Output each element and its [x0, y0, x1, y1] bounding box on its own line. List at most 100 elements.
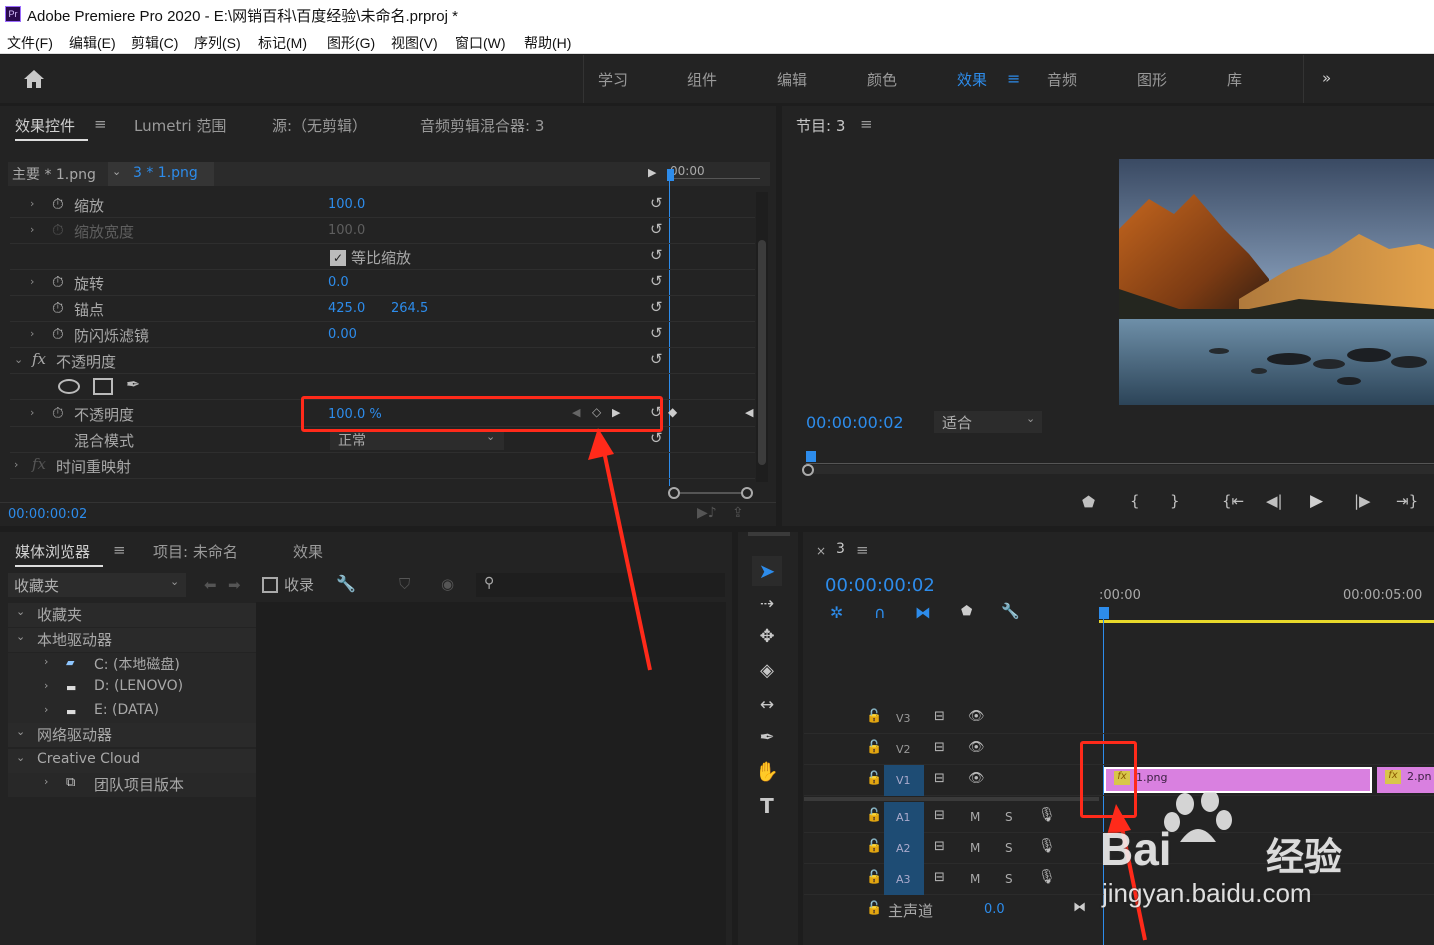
slip-tool-icon[interactable]: ↔ — [752, 690, 782, 720]
tree-item-favorites[interactable]: ⌄ 收藏夹 — [8, 603, 256, 627]
ripple-edit-tool-icon[interactable]: ✥ — [752, 622, 782, 652]
tree-item-local-drives[interactable]: ⌄ 本地驱动器 — [8, 628, 256, 652]
workspace-assembly[interactable]: 组件 — [687, 69, 717, 90]
reset-icon[interactable]: ↺ — [650, 194, 663, 212]
lock-icon[interactable]: 🔓 — [866, 709, 882, 724]
chevron-right-icon[interactable]: › — [30, 327, 34, 340]
ellipse-mask-icon[interactable] — [58, 379, 80, 394]
forward-arrow-icon[interactable]: ➡ — [228, 576, 241, 594]
pen-tool-icon[interactable]: ✒ — [752, 723, 782, 753]
add-marker-icon[interactable]: ⬟ — [1082, 493, 1095, 511]
selection-tool-icon[interactable]: ➤ — [752, 556, 782, 586]
anchor-y-value[interactable]: 264.5 — [391, 301, 428, 316]
mute-button[interactable]: M — [970, 872, 980, 886]
microphone-icon[interactable]: 🎙 — [1038, 838, 1056, 854]
keyframe-diamond-icon[interactable]: ◆ — [668, 405, 677, 419]
work-area-bar[interactable] — [1099, 620, 1434, 623]
solo-button[interactable]: S — [1005, 872, 1013, 886]
tab-source[interactable]: 源:（无剪辑） — [272, 115, 367, 136]
sync-lock-icon[interactable]: ⊟ — [934, 808, 945, 823]
program-title[interactable]: 节目: 3 — [796, 115, 845, 136]
zoom-scrollbar[interactable] — [668, 487, 758, 499]
scrollbar-track[interactable] — [756, 192, 768, 482]
panel-menu-icon[interactable]: ≡ — [856, 541, 869, 559]
eye-icon[interactable]: 👁 — [968, 709, 985, 724]
tree-item-creative-cloud[interactable]: ⌄ Creative Cloud — [8, 749, 256, 773]
reset-icon[interactable]: ↺ — [650, 324, 663, 342]
solo-button[interactable]: S — [1005, 810, 1013, 824]
playhead-marker[interactable] — [667, 169, 674, 181]
master-clip-label[interactable]: 主要 * 1.png — [12, 164, 96, 184]
tree-item-team-projects[interactable]: › ⧉ 团队项目版本 — [8, 773, 256, 797]
menu-view[interactable]: 视图(V) — [391, 33, 438, 53]
go-to-in-icon[interactable]: {⇤ — [1222, 492, 1244, 510]
reset-icon[interactable]: ↺ — [650, 272, 663, 290]
lock-icon[interactable]: 🔓 — [866, 771, 882, 786]
mark-out-icon[interactable]: } — [1170, 492, 1180, 510]
menu-file[interactable]: 文件(F) — [7, 33, 53, 53]
tab-effect-controls[interactable]: 效果控件 — [15, 115, 75, 136]
hand-tool-icon[interactable]: ✋ — [752, 757, 782, 787]
clip-1-png[interactable]: fx 1.png — [1104, 767, 1372, 793]
tab-lumetri-scopes[interactable]: Lumetri 范围 — [134, 115, 226, 136]
chevron-right-icon[interactable]: › — [30, 275, 34, 288]
step-back-icon[interactable]: ◀| — [1266, 492, 1283, 510]
play-icon[interactable]: ▶ — [1310, 491, 1323, 511]
program-video-frame[interactable] — [1119, 159, 1434, 405]
menu-help[interactable]: 帮助(H) — [524, 33, 571, 53]
workspace-audio[interactable]: 音频 — [1047, 69, 1077, 90]
video-audio-divider[interactable] — [804, 797, 1099, 801]
view-eye-icon[interactable]: ◉ — [441, 575, 454, 593]
mute-button[interactable]: M — [970, 810, 980, 824]
fit-select[interactable]: 适合 ⌄ — [934, 411, 1042, 433]
lock-icon[interactable]: 🔓 — [866, 901, 882, 916]
stopwatch-active-icon[interactable]: ⏱ — [52, 404, 64, 422]
master-volume-value[interactable]: 0.0 — [984, 902, 1005, 917]
chevron-right-icon[interactable]: › — [30, 223, 34, 236]
sync-lock-icon[interactable]: ⊟ — [934, 740, 945, 755]
menu-window[interactable]: 窗口(W) — [455, 33, 506, 53]
track-select-tool-icon[interactable]: ⇢ — [752, 589, 782, 619]
eye-icon[interactable]: 👁 — [968, 771, 985, 786]
ingest-checkbox[interactable] — [262, 577, 278, 593]
workspace-menu-icon[interactable]: ≡ — [1007, 69, 1020, 88]
playhead-marker[interactable] — [806, 451, 816, 462]
workspace-graphics[interactable]: 图形 — [1137, 69, 1167, 90]
snap-magnet-icon[interactable]: ∩ — [874, 603, 886, 622]
nest-toggle-icon[interactable]: ✲ — [830, 603, 843, 622]
mute-button[interactable]: M — [970, 841, 980, 855]
microphone-icon[interactable]: 🎙 — [1038, 869, 1056, 885]
rectangle-mask-icon[interactable] — [93, 378, 113, 395]
program-timecode[interactable]: 00:00:00:02 — [806, 413, 904, 432]
sync-lock-icon[interactable]: ⊟ — [934, 839, 945, 854]
microphone-icon[interactable]: 🎙 — [1038, 807, 1056, 823]
timeline-playhead-marker[interactable] — [1099, 607, 1109, 619]
zoom-handle-right[interactable] — [741, 487, 753, 499]
add-marker-icon[interactable]: ⬟ — [961, 604, 972, 619]
close-sequence-icon[interactable]: × — [816, 544, 826, 558]
sequence-tab[interactable]: 3 — [836, 541, 845, 557]
sync-lock-icon[interactable]: ⊟ — [934, 709, 945, 724]
effect-timeline-ruler[interactable]: 00:00 — [670, 162, 770, 186]
back-arrow-icon[interactable]: ⬅ — [204, 576, 217, 594]
lock-icon[interactable]: 🔓 — [866, 808, 882, 823]
fx-icon[interactable]: fx — [32, 350, 46, 368]
workspace-learn[interactable]: 学习 — [598, 69, 628, 90]
lock-icon[interactable]: 🔓 — [866, 839, 882, 854]
uniform-scale-checkbox[interactable]: ✓ — [330, 250, 346, 266]
eye-icon[interactable]: 👁 — [968, 740, 985, 755]
chevron-down-icon[interactable]: ⌄ — [14, 353, 23, 366]
tab-project[interactable]: 项目: 未命名 — [153, 541, 238, 562]
workspace-editing[interactable]: 编辑 — [777, 69, 807, 90]
tree-item-drive-c[interactable]: › ▰ C: (本地磁盘) — [8, 653, 256, 677]
workspace-effects[interactable]: 效果 — [957, 69, 987, 90]
sync-lock-icon[interactable]: ⊟ — [934, 870, 945, 885]
track-label[interactable]: V3 — [896, 712, 911, 725]
chevron-right-icon[interactable]: › — [30, 197, 34, 210]
reset-icon[interactable]: ↺ — [650, 298, 663, 316]
mark-in-icon[interactable]: { — [1130, 492, 1140, 510]
sync-lock-icon[interactable]: ⊟ — [934, 771, 945, 786]
program-scrub-bar[interactable] — [802, 446, 1434, 476]
tab-media-browser[interactable]: 媒体浏览器 — [15, 541, 90, 562]
menu-marker[interactable]: 标记(M) — [258, 33, 307, 53]
